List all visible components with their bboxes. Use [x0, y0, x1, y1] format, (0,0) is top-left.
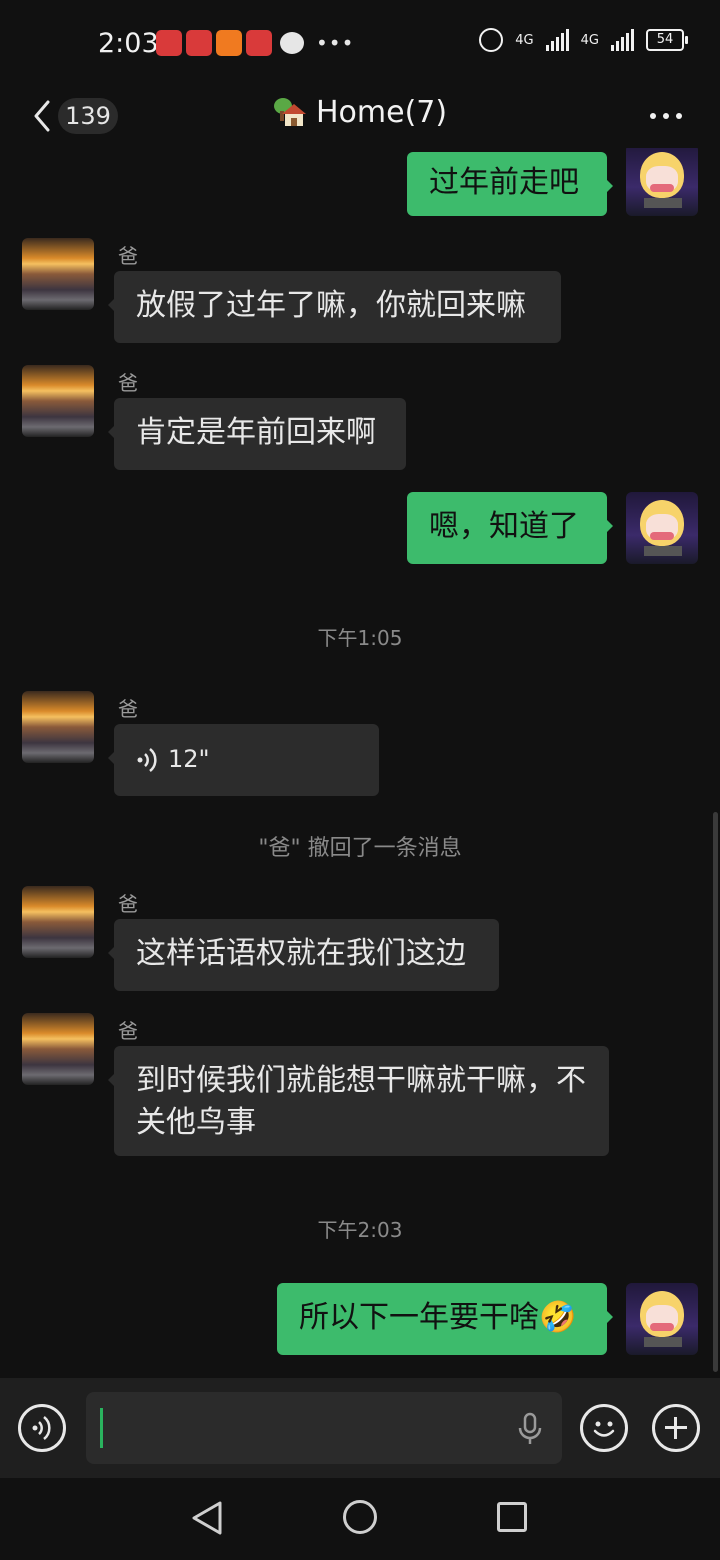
message-bubble[interactable]: 这样话语权就在我们这边: [108, 919, 499, 991]
app-notification-icon: [186, 30, 212, 56]
alarm-icon: [479, 28, 504, 52]
my-avatar[interactable]: [626, 1283, 698, 1355]
sender-avatar[interactable]: [22, 1013, 94, 1085]
sender-name: 爸: [118, 697, 138, 721]
message-bubble[interactable]: 放假了过年了嘛，你就回来嘛: [108, 271, 561, 343]
sender-avatar[interactable]: [22, 691, 94, 763]
battery-icon: 54: [646, 29, 688, 51]
text-caret: [100, 1408, 103, 1448]
voice-message-bubble[interactable]: 12": [108, 724, 379, 796]
app-notification-icon: [246, 30, 272, 56]
message-bubble[interactable]: 到时候我们就能想干嘛就干嘛，不关他鸟事: [108, 1046, 609, 1156]
sender-avatar[interactable]: [22, 238, 94, 310]
status-bar: 2:03 ••• 4G 4G 54: [0, 0, 720, 88]
sender-name: 爸: [118, 892, 138, 916]
chat-notification-icon: [280, 32, 304, 54]
network-type-1: 4G: [515, 32, 534, 48]
nav-recent-apps-icon[interactable]: [497, 1502, 527, 1532]
add-attachment-button[interactable]: [652, 1404, 700, 1452]
more-notifications-icon: •••: [316, 31, 355, 55]
my-avatar[interactable]: [626, 148, 698, 216]
nav-home-icon[interactable]: [343, 1500, 377, 1534]
notification-icons: •••: [156, 30, 354, 56]
more-options-button[interactable]: [650, 104, 686, 128]
system-navigation-bar: [0, 1478, 720, 1560]
sender-name: 爸: [118, 371, 138, 395]
message-bubble[interactable]: 嗯，知道了: [407, 492, 613, 564]
status-indicators: 4G 4G 54: [479, 28, 688, 52]
message-bubble[interactable]: 过年前走吧: [407, 152, 613, 216]
message-input[interactable]: [86, 1392, 562, 1464]
message-bubble[interactable]: 所以下一年要干啥🤣: [277, 1283, 613, 1355]
scrollbar[interactable]: [713, 812, 718, 1372]
voice-wave-icon: [32, 1416, 51, 1440]
voice-input-toggle-button[interactable]: [18, 1404, 66, 1452]
input-bar: [0, 1378, 720, 1478]
sender-avatar[interactable]: [22, 365, 94, 437]
time-separator: 下午1:05: [317, 626, 403, 650]
microphone-icon[interactable]: [516, 1412, 544, 1446]
unread-count-badge[interactable]: 139: [58, 98, 118, 134]
chat-title-group[interactable]: Home(7): [272, 94, 447, 130]
voice-duration: 12": [168, 745, 210, 773]
nav-back-icon[interactable]: [190, 1500, 224, 1536]
sender-name: 爸: [118, 1019, 138, 1043]
emoji-button[interactable]: [580, 1404, 628, 1452]
time-separator: 下午2:03: [317, 1218, 403, 1242]
message-list[interactable]: 过年前走吧 爸 放假了过年了嘛，你就回来嘛 爸 肯定是年前回来啊 嗯，知道了 下…: [0, 148, 720, 1378]
message-bubble[interactable]: 肯定是年前回来啊: [108, 398, 406, 470]
voice-wave-icon: [137, 748, 157, 772]
my-avatar[interactable]: [626, 492, 698, 564]
network-type-2: 4G: [580, 32, 599, 48]
app-notification-icon: [216, 30, 242, 56]
status-time: 2:03: [98, 28, 159, 59]
signal-icon: [611, 29, 634, 51]
chat-header: 139 Home(7): [0, 88, 720, 148]
app-notification-icon: [156, 30, 182, 56]
sender-name: 爸: [118, 244, 138, 268]
sender-avatar[interactable]: [22, 886, 94, 958]
signal-icon: [545, 29, 569, 51]
smiley-icon: [593, 1421, 615, 1437]
house-emoji-icon: [274, 98, 306, 126]
recall-notice: "爸" 撤回了一条消息: [258, 836, 462, 861]
chat-title: Home(7): [316, 94, 448, 130]
